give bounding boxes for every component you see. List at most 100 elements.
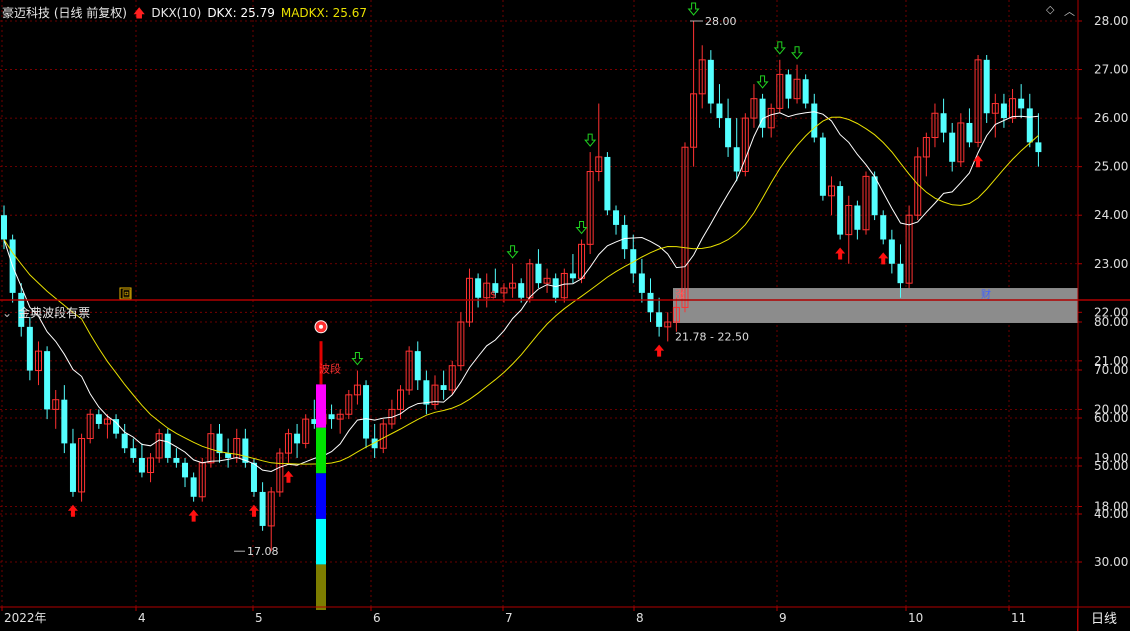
candle-body — [854, 205, 861, 230]
madkx-value: MADKX: 25.67 — [280, 6, 367, 20]
zhang-marker[interactable]: 涨 — [675, 289, 685, 301]
wave-top-icon-dot — [319, 324, 323, 329]
candle-body — [569, 273, 576, 279]
candle-body — [440, 385, 447, 390]
candlesticks — [1, 21, 1042, 552]
sell-arrow — [687, 2, 700, 16]
buy-arrow — [878, 252, 889, 265]
price-panel-header: 豪迈科技 (日线 前复权) 🡅 DKX(10) DKX: 25.79 MADKX: 25… — [2, 4, 373, 25]
candle-body — [535, 263, 542, 284]
date-tick-label: 7 — [505, 611, 513, 625]
high-price-label: 28.00 — [705, 15, 737, 28]
candle-body — [216, 433, 223, 454]
wave-bar-segment — [316, 427, 326, 474]
wave-label: 波段 — [319, 361, 341, 375]
period-label[interactable]: 日线 — [1077, 609, 1130, 631]
support-band — [673, 288, 1078, 323]
candle-body — [647, 292, 654, 313]
candle-body — [552, 278, 559, 298]
candle-body — [259, 491, 266, 526]
candle-body — [414, 351, 421, 381]
support-band-rect — [673, 288, 1078, 323]
candle-body — [966, 122, 973, 143]
buy-arrow — [835, 247, 846, 260]
sub-panel-title[interactable]: 金典波段有票 — [18, 306, 90, 320]
sub-tick-label: 70.00 — [1094, 363, 1128, 377]
candle-body — [707, 59, 714, 104]
buy-arrow — [973, 155, 984, 168]
wave-bar-segment — [316, 473, 326, 519]
candle-body — [897, 263, 904, 284]
wave-bar-segment — [316, 518, 326, 565]
buy-arrow — [283, 470, 294, 483]
candle-body — [733, 147, 740, 172]
sub-panel-header: ⌄ 金典波段有票 — [2, 304, 96, 321]
candle-body — [604, 156, 611, 211]
dkx-value: DKX: 25.79 — [207, 6, 275, 20]
chevron-up-icon[interactable]: ︿ — [1064, 3, 1075, 19]
price-tick-label: 24.00 — [1094, 208, 1128, 222]
hui-marker[interactable]: 回 — [122, 289, 131, 300]
candle-body — [621, 224, 628, 250]
candle-body — [949, 132, 956, 162]
sell-arrow — [773, 41, 786, 55]
candle-body — [802, 79, 809, 104]
candle-body — [837, 186, 844, 235]
candle-body — [173, 457, 180, 463]
candle-body — [871, 176, 878, 216]
candle-body — [182, 462, 189, 478]
price-tick-label: 26.00 — [1094, 111, 1128, 125]
candle-body — [138, 457, 145, 473]
candle-body — [250, 462, 257, 492]
price-tick-label: 23.00 — [1094, 257, 1128, 271]
candle-body — [61, 399, 68, 444]
candle-body — [1, 215, 7, 240]
chart-canvas[interactable]: 28.00 17.08 21.78 - 22.50 回 $ 涨 财 波段 18.… — [0, 0, 1130, 631]
sub-tick-label: 80.00 — [1094, 315, 1128, 329]
candle-body — [130, 448, 137, 458]
date-tick-label: 5 — [255, 611, 263, 625]
candle-body — [1000, 103, 1007, 119]
candle-body — [1035, 142, 1042, 153]
candle-body — [888, 239, 895, 264]
date-tick-label: 9 — [779, 611, 787, 625]
chevron-down-icon[interactable]: ⌄ — [2, 306, 12, 320]
price-annotations: 28.00 17.08 21.78 - 22.50 — [234, 15, 749, 558]
buy-arrow — [188, 509, 199, 522]
stock-title[interactable]: 豪迈科技 (日线 前复权) — [2, 6, 127, 20]
candle-body — [811, 103, 818, 138]
date-tick-label: 11 — [1011, 611, 1026, 625]
candle-body — [716, 103, 723, 119]
price-tick-label: 28.00 — [1094, 14, 1128, 28]
indicator-name[interactable]: DKX(10) — [151, 6, 201, 20]
candle-body — [1018, 98, 1025, 109]
candle-body — [328, 414, 335, 420]
date-tick-label: 10 — [908, 611, 923, 625]
sell-arrow — [351, 352, 364, 366]
candle-body — [785, 74, 792, 99]
date-tick-label: 8 — [636, 611, 644, 625]
date-tick-label: 6 — [373, 611, 381, 625]
candle-body — [363, 385, 370, 439]
candle-body — [518, 283, 525, 298]
signal-arrows — [67, 2, 984, 522]
candle-body — [121, 433, 128, 449]
sell-arrow — [506, 245, 519, 259]
candle-body — [630, 249, 637, 274]
wave-bar-segment — [316, 384, 326, 428]
date-tick-label: 2022年 — [4, 611, 47, 625]
sell-arrow — [575, 220, 588, 235]
candle-body — [44, 351, 51, 410]
buy-arrow — [654, 344, 665, 357]
cai-marker[interactable]: 财 — [981, 288, 991, 301]
candle-body — [475, 278, 482, 298]
candle-body — [1026, 108, 1033, 143]
price-tick-label: 25.00 — [1094, 160, 1128, 174]
diamond-icon[interactable]: ◇ — [1046, 3, 1054, 16]
candle-body — [880, 215, 887, 240]
sub-tick-label: 40.00 — [1094, 507, 1128, 521]
candle-body — [819, 137, 826, 196]
sell-arrow — [756, 75, 769, 89]
candle-body — [294, 433, 301, 444]
sell-arrow — [584, 133, 597, 147]
